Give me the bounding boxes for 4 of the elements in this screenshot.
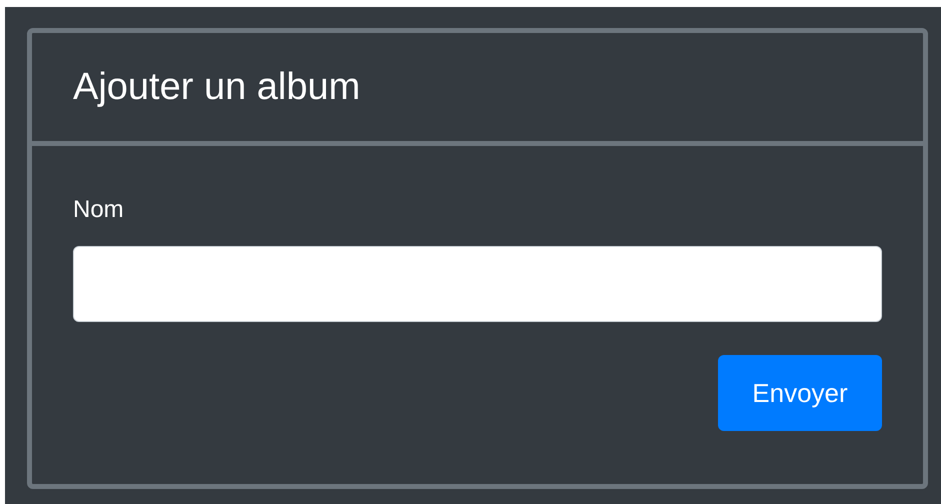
field-label: Nom <box>73 196 125 224</box>
card-title: Ajouter un album <box>73 66 360 108</box>
submit-button[interactable]: Envoyer <box>718 355 882 431</box>
name-input-field[interactable] <box>73 246 882 322</box>
